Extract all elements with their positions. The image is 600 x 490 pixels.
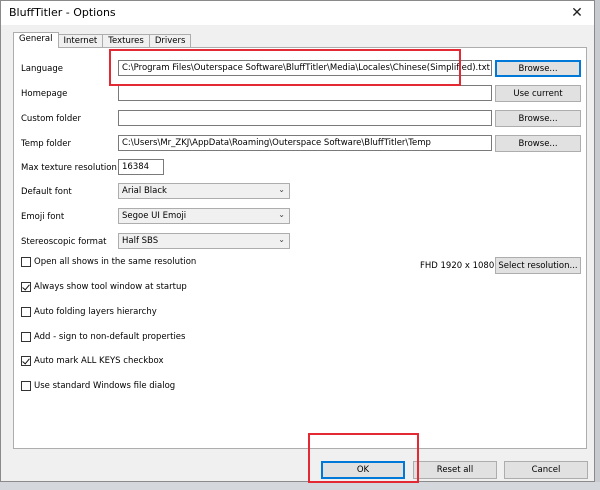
reset-all-button[interactable]: Reset all	[413, 461, 497, 479]
checkbox-all-keys[interactable]: Auto mark ALL KEYS checkbox	[21, 356, 164, 366]
checkbox-label: Always show tool window at startup	[34, 282, 187, 292]
tab-drivers[interactable]: Drivers	[148, 34, 192, 48]
emoji-font-value: Segoe UI Emoji	[122, 211, 187, 221]
stereoscopic-label: Stereoscopic format	[21, 237, 107, 247]
tab-internet[interactable]: Internet	[57, 34, 104, 48]
temp-folder-browse-button[interactable]: Browse...	[495, 135, 581, 152]
stereoscopic-select[interactable]: Half SBS ⌄	[118, 233, 290, 249]
tab-strip: General Internet Textures Drivers	[13, 32, 192, 48]
checkbox-label: Auto folding layers hierarchy	[34, 307, 157, 317]
checkbox-minus-sign[interactable]: Add - sign to non-default properties	[21, 332, 185, 342]
window-title: BluffTitler - Options	[9, 6, 116, 19]
ok-highlight-box	[308, 433, 419, 483]
language-label: Language	[21, 64, 63, 74]
temp-folder-label: Temp folder	[21, 139, 72, 149]
checkbox-label: Use standard Windows file dialog	[34, 381, 176, 391]
tab-textures[interactable]: Textures	[102, 34, 150, 48]
checkbox-box[interactable]	[21, 257, 31, 267]
stereoscopic-value: Half SBS	[122, 236, 159, 246]
background-window-edge	[595, 0, 600, 490]
taskbar-strip	[0, 482, 600, 490]
tab-general[interactable]: General	[13, 32, 59, 48]
default-font-select[interactable]: Arial Black ⌄	[118, 183, 290, 199]
checkbox-box[interactable]	[21, 381, 31, 391]
checkbox-auto-folding[interactable]: Auto folding layers hierarchy	[21, 307, 157, 317]
max-texture-field[interactable]: 16384	[118, 159, 164, 175]
homepage-field[interactable]	[118, 85, 492, 101]
close-icon[interactable]: ✕	[560, 1, 594, 25]
checkbox-same-resolution[interactable]: Open all shows in the same resolution	[21, 257, 196, 267]
custom-folder-browse-button[interactable]: Browse...	[495, 110, 581, 127]
custom-folder-field[interactable]	[118, 110, 492, 126]
emoji-font-select[interactable]: Segoe UI Emoji ⌄	[118, 208, 290, 224]
current-resolution-text: FHD 1920 x 1080	[420, 261, 495, 271]
checkbox-box[interactable]	[21, 332, 31, 342]
general-panel: Language C:\Program Files\Outerspace Sof…	[13, 47, 587, 449]
language-highlight-box	[109, 49, 461, 86]
default-font-value: Arial Black	[122, 186, 167, 196]
use-current-button[interactable]: Use current	[495, 85, 581, 102]
select-resolution-button[interactable]: Select resolution...	[495, 257, 581, 274]
title-bar: BluffTitler - Options ✕	[1, 1, 594, 25]
checkbox-tool-window[interactable]: Always show tool window at startup	[21, 282, 187, 292]
checkbox-label: Open all shows in the same resolution	[34, 257, 197, 267]
max-texture-label: Max texture resolution	[21, 163, 117, 173]
homepage-label: Homepage	[21, 89, 68, 99]
checkbox-label: Auto mark ALL KEYS checkbox	[34, 356, 164, 366]
chevron-down-icon: ⌄	[278, 235, 285, 244]
checkbox-windows-dialog[interactable]: Use standard Windows file dialog	[21, 381, 175, 391]
checkbox-box[interactable]	[21, 307, 31, 317]
language-browse-button[interactable]: Browse...	[495, 60, 581, 77]
chevron-down-icon: ⌄	[278, 185, 285, 194]
chevron-down-icon: ⌄	[278, 210, 285, 219]
default-font-label: Default font	[21, 187, 72, 197]
emoji-font-label: Emoji font	[21, 212, 65, 222]
checkbox-box[interactable]	[21, 356, 31, 366]
cancel-button[interactable]: Cancel	[504, 461, 588, 479]
custom-folder-label: Custom folder	[21, 114, 81, 124]
temp-folder-field[interactable]: C:\Users\Mr_ZKJ\AppData\Roaming\Outerspa…	[118, 135, 492, 151]
checkbox-box[interactable]	[21, 282, 31, 292]
checkbox-label: Add - sign to non-default properties	[34, 332, 186, 342]
